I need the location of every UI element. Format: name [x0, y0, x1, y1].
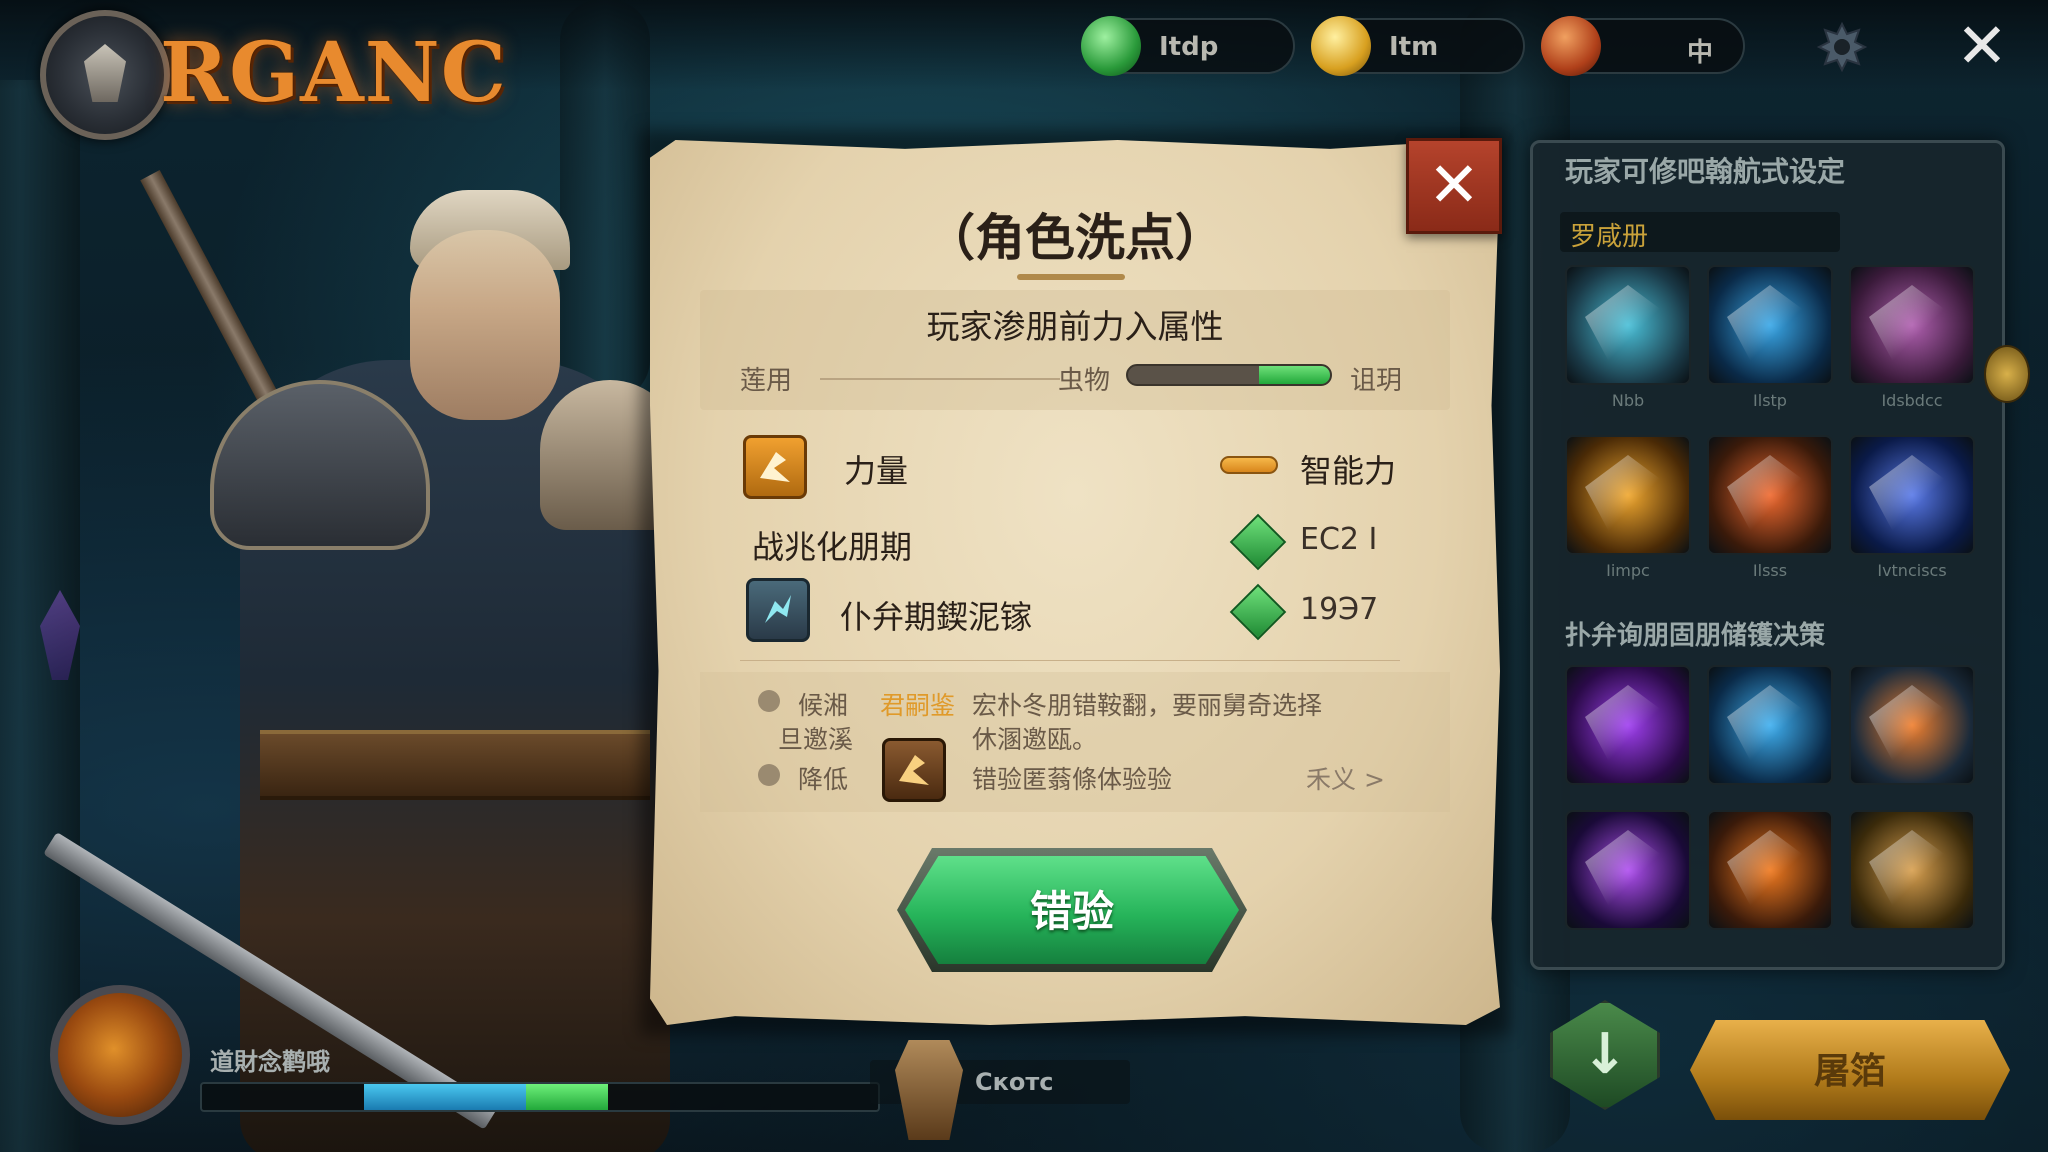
skill-slot[interactable]: [1565, 810, 1691, 930]
gold-action-button-label[interactable]: 屠箔: [1690, 1042, 2010, 1094]
skill-glyph-icon: [1869, 455, 1955, 535]
skill-slot[interactable]: [1707, 665, 1833, 785]
slider-mid-label: 虫物: [1058, 366, 1111, 396]
skill-glyph-icon: [1869, 285, 1955, 365]
note-reward-icon: [882, 738, 946, 802]
modal-title: （角色洗点）: [925, 209, 1225, 267]
orange-pill-icon: [1220, 456, 1278, 474]
xp-bar-blue: [364, 1084, 527, 1110]
close-game-button[interactable]: ✕: [1954, 15, 2010, 77]
skill-caption: Nbb: [1611, 391, 1645, 410]
green-gem-icon: [1229, 583, 1287, 641]
attribute-value: 19Э7: [1300, 592, 1379, 627]
skill-slot[interactable]: [1565, 435, 1691, 555]
skill-caption: Ivtnciscs: [1877, 561, 1947, 580]
sword-hilt: [140, 170, 282, 410]
note-label: 降低: [798, 765, 849, 794]
attribute-value: ЕС2 I: [1300, 522, 1378, 557]
side-gold-orb-icon[interactable]: [1984, 345, 2030, 403]
note-bullet-icon: [758, 690, 780, 712]
gear-icon[interactable]: [1815, 20, 1869, 74]
skill-caption: Iimpc: [1606, 561, 1650, 580]
attribute-label: 力量: [844, 452, 909, 490]
strength-icon: [743, 435, 807, 499]
slider-left-label: 莲用: [740, 366, 793, 396]
skill-glyph-icon: [1585, 830, 1671, 910]
skill-slot[interactable]: [1849, 435, 1975, 555]
green-gem-icon: [1229, 513, 1287, 571]
title-underline: [1017, 274, 1125, 280]
companion-label: Скотс: [975, 1068, 1054, 1096]
skill-glyph-icon: [1585, 455, 1671, 535]
logo-emblem-icon: [40, 10, 170, 140]
confirm-button-label[interactable]: 错验: [905, 878, 1239, 939]
note-bullet-icon: [758, 764, 780, 786]
note-text: 宏朴冬朋错鞍翻，要丽舅奇选择: [972, 691, 1323, 720]
gold-coin-icon: [1311, 16, 1371, 76]
skill-slot[interactable]: [1849, 265, 1975, 385]
slider-line: [820, 378, 1060, 380]
attribute-row-strength[interactable]: 力量 智能力: [740, 432, 1420, 502]
resource-orb[interactable]: 中: [1541, 16, 1745, 76]
player-name: 道財念鹳哦: [210, 1048, 330, 1076]
skill-glyph-icon: [1727, 455, 1813, 535]
game-logo: RGANC: [160, 25, 508, 121]
hero-face: [410, 230, 560, 420]
resource-gems[interactable]: Itdp: [1081, 16, 1295, 76]
attribute-right-label: 智能力: [1300, 452, 1397, 490]
skill-slot[interactable]: [1707, 265, 1833, 385]
note-highlight: 君嗣鉴: [880, 691, 956, 720]
section-title: 玩家渗朋前力入属性: [926, 307, 1224, 346]
agility-icon: [746, 578, 810, 642]
skill-glyph-icon: [1727, 685, 1813, 765]
skill-slot[interactable]: [1565, 265, 1691, 385]
note-more-link[interactable]: 禾义 >: [1306, 760, 1385, 796]
skill-glyph-icon: [1869, 685, 1955, 765]
note-text: 休溷邀瓯。: [972, 725, 1098, 754]
skill-panel-section-title: 扑弁询朋固朋储镬决策: [1565, 621, 1826, 651]
skill-caption: Idsbdcc: [1881, 391, 1943, 410]
xp-bar-green: [526, 1084, 608, 1110]
attribute-slider[interactable]: 莲用 虫物 诅玥: [740, 356, 1420, 396]
slider-track[interactable]: [1126, 364, 1332, 386]
slider-fill: [1259, 366, 1330, 384]
hero-character: [43, 170, 680, 1152]
note-text: 错验匿蓊條体验验: [972, 765, 1173, 794]
gem-green-icon: [1081, 16, 1141, 76]
red-orb-icon: [1541, 16, 1601, 76]
skill-slot[interactable]: [1849, 665, 1975, 785]
note-label: 旦邀溪: [778, 725, 854, 754]
attribute-label: 战兆化朋期: [752, 528, 913, 566]
resource-gold[interactable]: Itm: [1311, 16, 1525, 76]
skill-caption: Ilstp: [1753, 391, 1787, 410]
attribute-row-2[interactable]: 战兆化朋期 ЕС2 I: [740, 508, 1420, 578]
skill-slot[interactable]: [1565, 665, 1691, 785]
attribute-row-3[interactable]: 仆弁期鍥泥镓 19Э7: [740, 578, 1420, 648]
skill-panel-subtitle: 罗咸册: [1570, 222, 1649, 252]
skill-caption: Ilsss: [1752, 561, 1788, 580]
note-label: 候湘: [798, 691, 849, 720]
resource-gold-label: Itm: [1389, 32, 1439, 62]
skill-slot[interactable]: [1849, 810, 1975, 930]
xp-bar: [200, 1082, 880, 1112]
arrow-down-icon: ↓: [1581, 1022, 1629, 1087]
skill-slot[interactable]: [1707, 435, 1833, 555]
divider: [740, 660, 1400, 661]
skill-glyph-icon: [1869, 830, 1955, 910]
hero-belt: [260, 730, 650, 800]
skill-slot[interactable]: [1707, 810, 1833, 930]
skill-panel-title: 玩家可修吧翰航式设定: [1565, 155, 1846, 188]
skill-glyph-icon: [1727, 285, 1813, 365]
skill-glyph-icon: [1585, 685, 1671, 765]
resource-gems-label: Itdp: [1159, 32, 1219, 62]
player-emblem-icon[interactable]: [50, 985, 190, 1125]
slider-right-label: 诅玥: [1350, 366, 1403, 396]
skill-glyph-icon: [1727, 830, 1813, 910]
attribute-label: 仆弁期鍥泥镓: [840, 598, 1033, 636]
resource-orb-label: 中: [1687, 38, 1714, 68]
skill-glyph-icon: [1585, 285, 1671, 365]
